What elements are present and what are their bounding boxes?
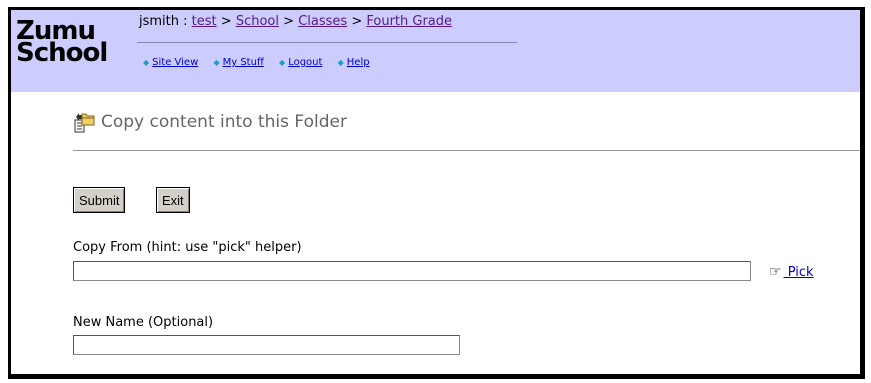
nav-my-stuff[interactable]: My Stuff	[223, 57, 264, 68]
new-name-label: New Name (Optional)	[73, 315, 214, 330]
nav-logout[interactable]: Logout	[288, 57, 322, 68]
submit-button[interactable]: Submit	[73, 187, 126, 213]
new-name-input[interactable]	[73, 335, 460, 355]
breadcrumb-school[interactable]: School	[236, 14, 279, 29]
site-logo[interactable]: Zumu School	[16, 18, 108, 68]
copy-from-input[interactable]	[73, 261, 751, 281]
copy-from-label: Copy From (hint: use "pick" helper)	[73, 240, 302, 255]
logo-line-2: School	[16, 38, 108, 68]
page-title: Copy content into this Folder	[101, 112, 347, 132]
breadcrumb-divider	[137, 42, 517, 43]
diamond-bullet-icon: ◆	[143, 58, 150, 67]
pointing-hand-icon: ☞	[769, 264, 782, 280]
pick-helper: ☞ Pick	[769, 264, 814, 280]
folder-copy-icon	[73, 110, 95, 134]
exit-button[interactable]: Exit	[156, 187, 190, 213]
header-bar: Zumu School jsmith : test > School > Cla…	[11, 10, 860, 92]
nav-site-view[interactable]: Site View	[152, 57, 198, 68]
nav-help[interactable]: Help	[347, 57, 370, 68]
nav-links: ◆ Site View ◆ My Stuff ◆ Logout ◆ Help	[143, 57, 382, 68]
page-title-row: Copy content into this Folder	[73, 110, 347, 134]
pick-link[interactable]: Pick	[784, 265, 814, 280]
diamond-bullet-icon: ◆	[279, 58, 286, 67]
breadcrumb-separator: :	[183, 14, 188, 29]
diamond-bullet-icon: ◆	[337, 58, 344, 67]
breadcrumb-arrow: >	[283, 14, 295, 29]
breadcrumb-test[interactable]: test	[192, 14, 217, 29]
breadcrumb-user: jsmith	[139, 14, 179, 29]
diamond-bullet-icon: ◆	[213, 58, 220, 67]
breadcrumb-arrow: >	[351, 14, 363, 29]
breadcrumb: jsmith : test > School > Classes > Fourt…	[139, 14, 452, 29]
title-divider	[73, 150, 860, 151]
breadcrumb-arrow: >	[220, 14, 232, 29]
page-frame: Zumu School jsmith : test > School > Cla…	[8, 7, 865, 379]
breadcrumb-fourth-grade[interactable]: Fourth Grade	[366, 14, 452, 29]
breadcrumb-classes[interactable]: Classes	[298, 14, 347, 29]
